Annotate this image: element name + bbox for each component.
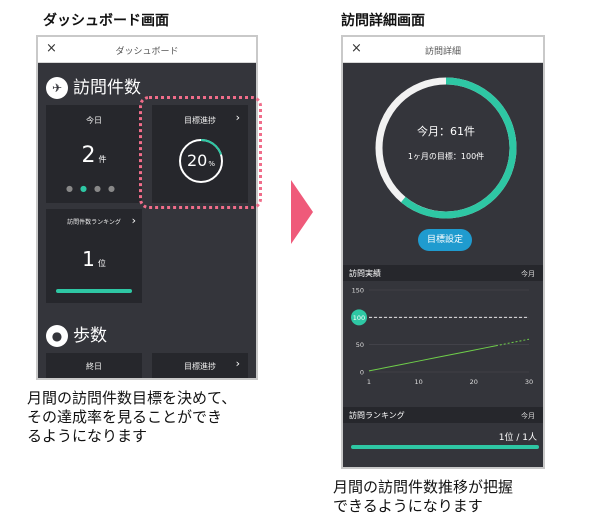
ranking-value-wrap: 1位 — [46, 247, 142, 271]
steps-section-title: ● 歩数 — [46, 321, 107, 347]
steps-title-label: 歩数 — [73, 326, 107, 346]
right-caption-line: 月間の訪問件数推移が把握 — [333, 478, 514, 496]
right-caption-line: できるようになります — [333, 497, 483, 515]
today-card[interactable]: 今日 2件 ●●●● — [46, 105, 142, 203]
left-section-title: ダッシュボード画面 — [43, 13, 169, 29]
visit-detail-header: × 訪問詳細 — [343, 37, 543, 63]
x-tick-label: 30 — [525, 378, 533, 386]
target-label: 100 — [353, 314, 365, 322]
walking-icon: ✈ — [46, 77, 68, 99]
x-tick-label: 1 — [367, 378, 371, 386]
ranking-unit: 位 — [97, 259, 106, 268]
y-tick-label: 150 — [352, 287, 364, 295]
steps-progress-card[interactable]: 目標進捗 › — [152, 353, 248, 378]
left-caption-line: るようになります — [27, 427, 148, 445]
x-tick-label: 20 — [470, 378, 478, 386]
results-strip: 訪問実績 今月 — [343, 265, 543, 281]
ranking-result: 1位 / 1人 — [498, 433, 537, 443]
goal-setting-button[interactable]: 目標設定 — [418, 229, 472, 251]
right-caption: 月間の訪問件数推移が把握 できるようになります — [333, 478, 513, 516]
progress-highlight — [139, 96, 262, 209]
right-section-title: 訪問詳細画面 — [341, 13, 425, 29]
left-caption-line: 月間の訪問件数目標を決めて、 — [27, 389, 237, 407]
left-caption: 月間の訪問件数目標を決めて、 その達成率を見ることができ るようになります — [27, 389, 236, 446]
ranking-label: 訪問件数ランキング — [67, 219, 121, 226]
chevron-right-icon: › — [235, 357, 240, 370]
dashboard-header-title: ダッシュボード — [115, 47, 179, 57]
results-period[interactable]: 今月 — [521, 269, 535, 279]
ranking-period[interactable]: 今月 — [521, 411, 535, 421]
month-count: 今月：61件 — [417, 125, 475, 138]
dashboard-header: × ダッシュボード — [38, 37, 256, 63]
today-unit: 件 — [98, 155, 107, 164]
ranking-strip: 訪問ランキング 今月 — [343, 407, 543, 423]
left-caption-line: その達成率を見ることができ — [27, 408, 223, 426]
visit-detail-phone: × 訪問詳細 今月：61件 1ヶ月の目標：100件 目標設定 訪問実績 今月 1… — [341, 35, 545, 469]
allday-label: 終日 — [86, 362, 102, 371]
ranking-title: 訪問ランキング — [349, 411, 405, 420]
ranking-bar — [56, 289, 132, 293]
ranking-result-bar — [351, 445, 539, 449]
x-tick-label: 10 — [415, 378, 423, 386]
ranking-card[interactable]: 訪問件数ランキング › 1位 — [46, 209, 142, 303]
visits-title-label: 訪問件数 — [73, 78, 141, 98]
visits-series-line — [368, 345, 496, 372]
allday-card[interactable]: 終日 — [46, 353, 142, 378]
chevron-right-icon: › — [131, 214, 136, 227]
visits-line-chart: 1501005001102030100 — [351, 287, 533, 386]
visits-section-title: ✈ 訪問件数 — [46, 73, 141, 99]
pager-dots[interactable]: ●●●● — [46, 184, 142, 193]
results-title: 訪問実績 — [349, 269, 381, 278]
steps-progress-label: 目標進捗 — [184, 362, 216, 371]
arrow-right-icon — [291, 180, 313, 244]
y-tick-label: 0 — [360, 369, 364, 377]
ranking-value: 1 — [82, 247, 95, 271]
today-value-wrap: 2件 — [46, 143, 142, 168]
footprint-icon: ● — [46, 325, 68, 347]
today-value: 2 — [81, 143, 96, 168]
visit-detail-header-title: 訪問詳細 — [424, 47, 461, 57]
month-goal: 1ヶ月の目標：100件 — [407, 152, 485, 161]
y-tick-label: 50 — [356, 341, 364, 349]
today-label: 今日 — [86, 116, 102, 125]
goal-ring — [375, 77, 517, 219]
